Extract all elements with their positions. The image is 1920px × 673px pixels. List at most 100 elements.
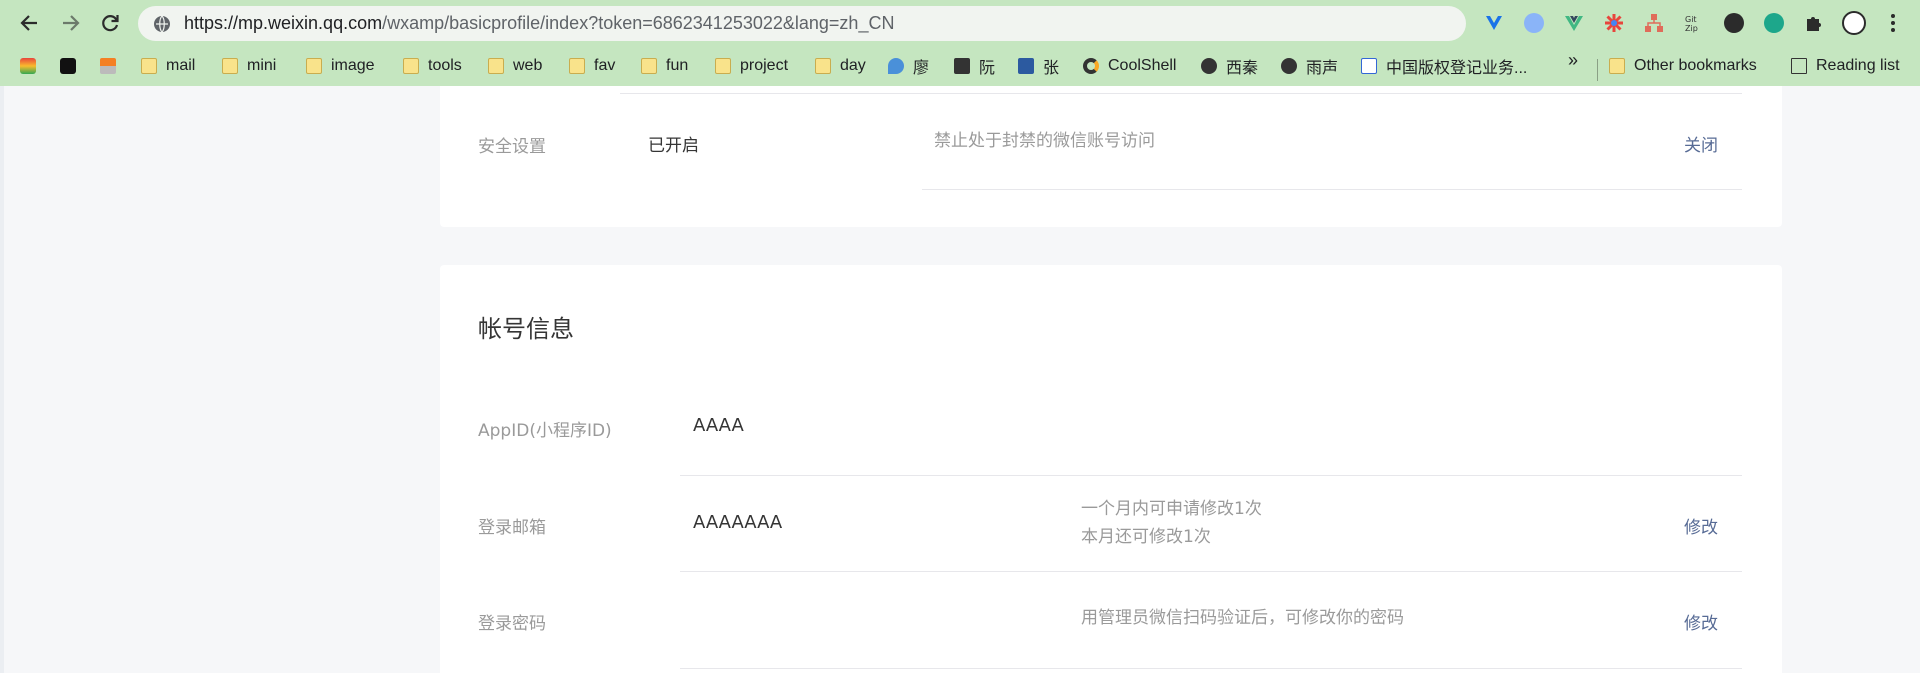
svg-text:Zip: Zip bbox=[1685, 24, 1698, 33]
security-description: 禁止处于封禁的微信账号访问 bbox=[934, 131, 1155, 151]
calligraphy-icon bbox=[954, 58, 970, 74]
address-bar[interactable]: https://mp.weixin.qq.com/wxamp/basicprof… bbox=[138, 6, 1466, 41]
bookmarks-separator bbox=[1597, 59, 1598, 81]
bookmark-label: 西秦 bbox=[1226, 60, 1259, 77]
bookmark-folder-mini[interactable]: mini bbox=[222, 52, 276, 80]
bookmark-label: 张 bbox=[1043, 60, 1060, 77]
email-change-limit-text: 一个月内可申请修改1次 bbox=[1081, 499, 1262, 519]
folder-icon bbox=[715, 58, 731, 74]
bookmark-folder-fun[interactable]: fun bbox=[641, 52, 688, 80]
extension-network-icon[interactable] bbox=[1638, 9, 1670, 37]
bookmark-label: fav bbox=[594, 57, 616, 74]
password-change-hint: 用管理员微信扫码验证后，可修改你的密码 bbox=[1081, 608, 1404, 628]
row-divider bbox=[680, 475, 1742, 476]
security-label: 安全设置 bbox=[478, 137, 546, 157]
bookmark-folder-fav[interactable]: fav bbox=[569, 52, 615, 80]
extensions-puzzle-icon[interactable] bbox=[1798, 9, 1830, 37]
bookmark-label: day bbox=[840, 57, 866, 74]
modify-email-link[interactable]: 修改 bbox=[1684, 513, 1718, 538]
rocket-icon bbox=[888, 58, 904, 74]
bookmark-label: image bbox=[331, 57, 375, 74]
bookmark-label: CoolShell bbox=[1108, 57, 1177, 74]
folder-icon bbox=[1609, 58, 1625, 74]
folder-icon bbox=[641, 58, 657, 74]
stackoverflow-icon bbox=[100, 58, 116, 74]
url-path: /wxamp/basicprofile/index?token=68623412… bbox=[382, 13, 895, 33]
bookmark-rainbow[interactable] bbox=[20, 52, 45, 80]
bookmark-label: 廖 bbox=[913, 60, 930, 77]
bookmark-label: tools bbox=[428, 57, 462, 74]
back-button[interactable] bbox=[15, 9, 43, 37]
folder-icon bbox=[306, 58, 322, 74]
forward-button[interactable] bbox=[57, 9, 85, 37]
modify-password-link[interactable]: 修改 bbox=[1684, 609, 1718, 634]
folder-icon bbox=[403, 58, 419, 74]
appid-label: AppID(小程序ID) bbox=[478, 421, 612, 441]
svg-text:Git: Git bbox=[1685, 15, 1697, 24]
account-info-title: 帐号信息 bbox=[478, 315, 574, 343]
row-divider bbox=[680, 668, 1742, 669]
bookmark-label: web bbox=[513, 57, 543, 74]
extension-vue-icon[interactable] bbox=[1558, 9, 1590, 37]
account-info-card: 帐号信息 AppID(小程序ID) AAAA 登录邮箱 AAAAAAA 一个月内… bbox=[440, 265, 1782, 673]
extension-v-icon[interactable] bbox=[1478, 9, 1510, 37]
bookmark-coolshell[interactable]: CoolShell bbox=[1083, 52, 1176, 80]
bookmark-label: mini bbox=[247, 57, 277, 74]
bookmark-folder-web[interactable]: web bbox=[488, 52, 542, 80]
folder-icon bbox=[141, 58, 157, 74]
folder-icon bbox=[488, 58, 504, 74]
row-divider bbox=[922, 189, 1742, 190]
reload-button[interactable] bbox=[96, 9, 124, 37]
extension-dark-circle-icon[interactable] bbox=[1718, 9, 1750, 37]
appid-value: AAAA bbox=[693, 415, 744, 436]
bookmark-label: fun bbox=[666, 57, 689, 74]
reading-list-icon bbox=[1791, 58, 1807, 74]
bookmark-folder-tools[interactable]: tools bbox=[403, 52, 462, 80]
bookmark-folder-project[interactable]: project bbox=[715, 52, 788, 80]
rainbow-icon bbox=[20, 58, 36, 74]
bookmark-liao[interactable]: 廖 bbox=[888, 52, 929, 80]
blue-seal-icon bbox=[1018, 58, 1034, 74]
folder-icon bbox=[222, 58, 238, 74]
bookmark-folder-mail[interactable]: mail bbox=[141, 52, 195, 80]
forward-arrow-icon bbox=[63, 15, 80, 31]
email-change-remaining-text: 本月还可修改1次 bbox=[1081, 527, 1211, 547]
folder-icon bbox=[569, 58, 585, 74]
reading-list[interactable]: Reading list bbox=[1791, 52, 1900, 80]
bookmark-stackoverflow[interactable] bbox=[100, 52, 125, 80]
site-info-icon[interactable] bbox=[152, 14, 172, 34]
bookmark-zhang[interactable]: 张 bbox=[1018, 52, 1059, 80]
copyright-c-icon bbox=[1361, 58, 1377, 74]
security-status: 已开启 bbox=[648, 136, 699, 156]
extension-compass-icon[interactable] bbox=[1518, 9, 1550, 37]
page-content: 安全设置 已开启 禁止处于封禁的微信账号访问 关闭 帐号信息 AppID(小程序… bbox=[0, 86, 1920, 673]
github-icon bbox=[60, 58, 76, 74]
bookmark-label: 雨声 bbox=[1306, 60, 1339, 77]
browser-chrome: https://mp.weixin.qq.com/wxamp/basicprof… bbox=[0, 0, 1920, 86]
folder-icon bbox=[815, 58, 831, 74]
bookmark-github[interactable] bbox=[60, 52, 85, 80]
bookmark-label: 中国版权登记业务... bbox=[1386, 60, 1528, 77]
bookmark-yusheng[interactable]: 雨声 bbox=[1281, 52, 1338, 80]
bookmark-ruan[interactable]: 阮 bbox=[954, 52, 995, 80]
bookmark-folder-day[interactable]: day bbox=[815, 52, 866, 80]
other-bookmarks[interactable]: Other bookmarks bbox=[1609, 52, 1757, 80]
bookmark-xiqin[interactable]: 西秦 bbox=[1201, 52, 1258, 80]
extension-refresh-circle-icon[interactable] bbox=[1758, 9, 1790, 37]
browser-menu-icon[interactable] bbox=[1880, 9, 1906, 37]
bookmark-folder-image[interactable]: image bbox=[306, 52, 375, 80]
close-security-link[interactable]: 关闭 bbox=[1684, 131, 1718, 156]
bookmark-copyright[interactable]: 中国版权登记业务... bbox=[1361, 52, 1527, 80]
bookmarks-overflow-button[interactable]: » bbox=[1568, 50, 1578, 71]
url-text[interactable]: https://mp.weixin.qq.com/wxamp/basicprof… bbox=[184, 13, 894, 34]
extension-star-icon[interactable] bbox=[1598, 9, 1630, 37]
profile-avatar[interactable] bbox=[1838, 9, 1870, 37]
other-bookmarks-label: Other bookmarks bbox=[1634, 57, 1757, 74]
globe-icon bbox=[1281, 58, 1297, 74]
row-divider bbox=[620, 93, 1742, 94]
reading-list-label: Reading list bbox=[1816, 57, 1900, 74]
reload-icon bbox=[102, 15, 119, 32]
browser-toolbar: https://mp.weixin.qq.com/wxamp/basicprof… bbox=[0, 0, 1920, 46]
extension-gitzip-icon[interactable]: Git Zip bbox=[1678, 9, 1710, 37]
back-arrow-icon bbox=[20, 15, 37, 31]
